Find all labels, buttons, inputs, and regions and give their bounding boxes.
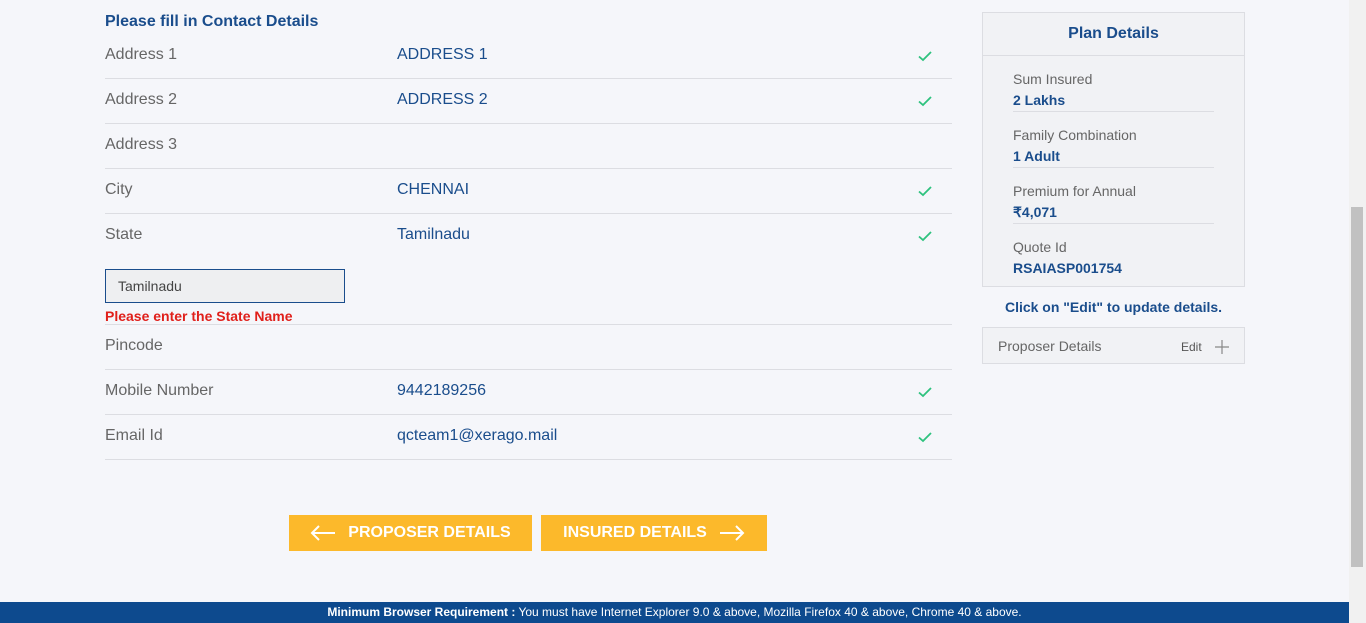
insured-details-button[interactable]: INSURED DETAILS: [541, 515, 767, 551]
check-icon: [917, 93, 933, 109]
check-icon: [917, 228, 933, 244]
plan-item-sum-insured: Sum Insured 2 Lakhs: [1013, 56, 1214, 112]
mobile-label: Mobile Number: [105, 382, 214, 399]
address2-row: Address 2 ADDRESS 2: [105, 79, 952, 124]
plan-item-key: Quote Id: [1013, 239, 1067, 255]
mobile-value[interactable]: 9442189256: [397, 382, 486, 400]
plan-item-premium: Premium for Annual ₹4,071: [1013, 168, 1214, 224]
email-value[interactable]: qcteam1@xerago.mail: [397, 427, 557, 445]
check-icon: [917, 183, 933, 199]
plan-item-quote-id: Quote Id RSAIASP001754: [1013, 224, 1214, 280]
address2-label: Address 2: [105, 91, 178, 108]
vertical-scrollbar[interactable]: [1349, 0, 1366, 623]
plan-item-value: 1 Adult: [1013, 148, 1060, 164]
state-label: State: [105, 226, 143, 243]
address3-label: Address 3: [105, 136, 178, 153]
arrow-right-icon: [719, 525, 745, 541]
state-input[interactable]: [105, 269, 345, 303]
contact-details-title: Please fill in Contact Details: [105, 13, 319, 30]
address3-row: Address 3: [105, 124, 952, 169]
state-row: State Tamilnadu Please enter the State N…: [105, 214, 952, 325]
address1-label: Address 1: [105, 46, 178, 63]
arrow-left-icon: [310, 525, 336, 541]
mobile-row: Mobile Number 9442189256: [105, 370, 952, 415]
proposer-details-button-label: PROPOSER DETAILS: [348, 524, 511, 541]
plan-item-key: Sum Insured: [1013, 71, 1093, 87]
city-label: City: [105, 181, 133, 198]
footer-bold-text: Minimum Browser Requirement :: [327, 605, 516, 619]
city-row: City CHENNAI: [105, 169, 952, 214]
contact-form: Address 1 ADDRESS 1 Address 2 ADDRESS 2 …: [105, 34, 952, 460]
check-icon: [917, 384, 933, 400]
email-label: Email Id: [105, 427, 163, 444]
state-value[interactable]: Tamilnadu: [397, 226, 470, 244]
edit-note: Click on "Edit" to update details.: [1004, 299, 1223, 315]
scrollbar-thumb[interactable]: [1351, 207, 1363, 567]
insured-details-button-label: INSURED DETAILS: [563, 524, 707, 541]
email-row: Email Id qcteam1@xerago.mail: [105, 415, 952, 460]
proposer-details-accordion[interactable]: Proposer Details Edit: [982, 327, 1245, 364]
address1-row: Address 1 ADDRESS 1: [105, 34, 952, 79]
plan-details-panel: Plan Details Sum Insured 2 Lakhs Family …: [982, 12, 1245, 287]
plan-item-value: ₹4,071: [1013, 204, 1057, 220]
state-input-wrapper: [105, 269, 345, 303]
city-value[interactable]: CHENNAI: [397, 181, 469, 199]
plus-icon[interactable]: [1215, 340, 1229, 354]
address2-value[interactable]: ADDRESS 2: [397, 91, 488, 109]
plan-item-key: Premium for Annual: [1013, 183, 1136, 199]
proposer-details-button[interactable]: PROPOSER DETAILS: [289, 515, 532, 551]
plan-item-key: Family Combination: [1013, 127, 1137, 143]
footer-text: You must have Internet Explorer 9.0 & ab…: [515, 605, 1022, 619]
browser-requirement-footer: Minimum Browser Requirement : You must h…: [0, 602, 1349, 623]
plan-item-value: 2 Lakhs: [1013, 92, 1066, 108]
plan-details-title: Plan Details: [983, 13, 1244, 56]
address1-value[interactable]: ADDRESS 1: [397, 46, 488, 64]
plan-item-value: RSAIASP001754: [1013, 260, 1122, 276]
pincode-row: Pincode: [105, 325, 952, 370]
check-icon: [917, 429, 933, 445]
check-icon: [917, 48, 933, 64]
state-error-message: Please enter the State Name: [105, 308, 293, 324]
pincode-label: Pincode: [105, 337, 163, 354]
plan-item-family-combination: Family Combination 1 Adult: [1013, 112, 1214, 168]
proposer-details-title: Proposer Details: [998, 338, 1102, 354]
proposer-edit-link[interactable]: Edit: [1181, 340, 1202, 354]
